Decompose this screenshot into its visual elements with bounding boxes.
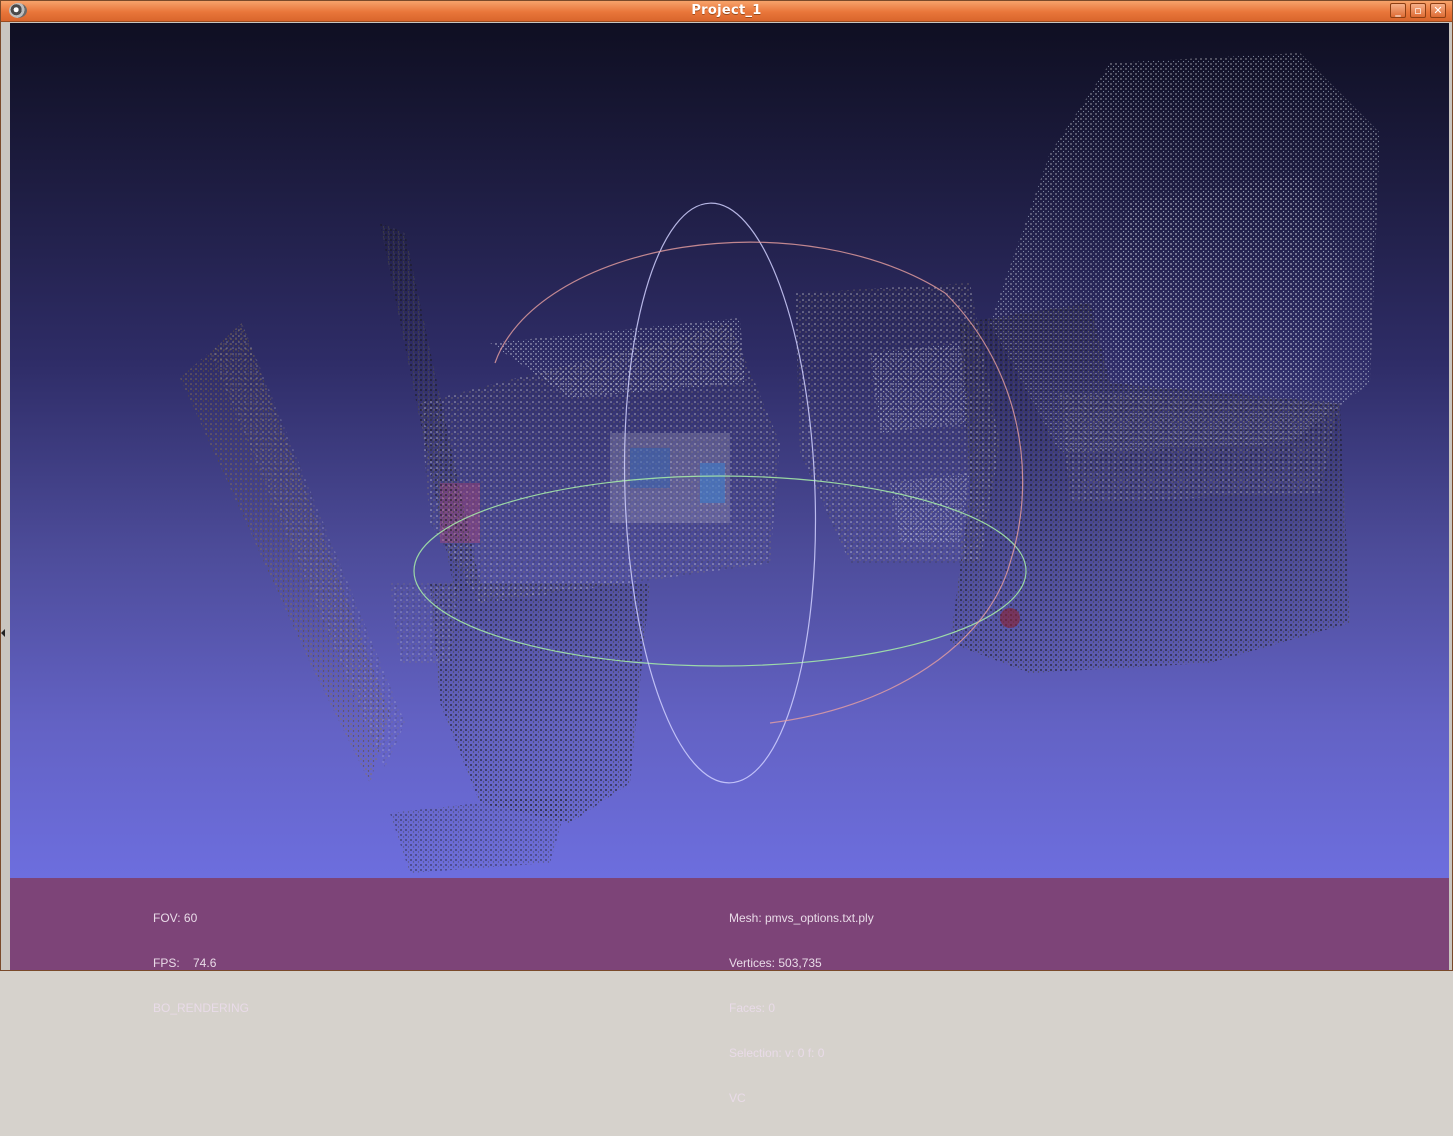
splitter-handle[interactable] [1,629,5,637]
3d-viewport[interactable] [10,23,1449,878]
meshlab-window: Project_1 _ ▫ ✕ FOV: 60 FPS: 74.6 BO_REN… [0,0,1453,1105]
vertices-count-text: Vertices: 503,735 [729,956,822,970]
color-mode-text: VC [729,1091,746,1105]
selection-text: Selection: v: 0 f: 0 [729,1046,825,1060]
point-cloud-door-left [180,323,405,783]
info-left-column: FOV: 60 FPS: 74.6 BO_RENDERING [153,881,249,1046]
fps-text: FPS: 74.6 [153,956,217,970]
minimize-button[interactable]: _ [1390,3,1406,18]
info-right-column: Mesh: pmvs_options.txt.ply Vertices: 503… [729,881,874,1136]
window-title: Project_1 [691,3,762,18]
point-cloud-canvas [180,53,1380,873]
point-cloud-floor-clutter [390,583,650,873]
close-button[interactable]: ✕ [1430,3,1446,18]
info-overlay: FOV: 60 FPS: 74.6 BO_RENDERING Mesh: pmv… [10,878,1449,1105]
fov-text: FOV: 60 [153,911,198,925]
point-cloud-desk-left [380,223,780,603]
title-bar[interactable]: Project_1 _ ▫ ✕ [1,1,1452,22]
maximize-button[interactable]: ▫ [1410,3,1426,18]
faces-count-text: Faces: 0 [729,1001,776,1015]
mesh-name-text: Mesh: pmvs_options.txt.ply [729,911,874,925]
rendering-mode-text: BO_RENDERING [153,1001,250,1015]
